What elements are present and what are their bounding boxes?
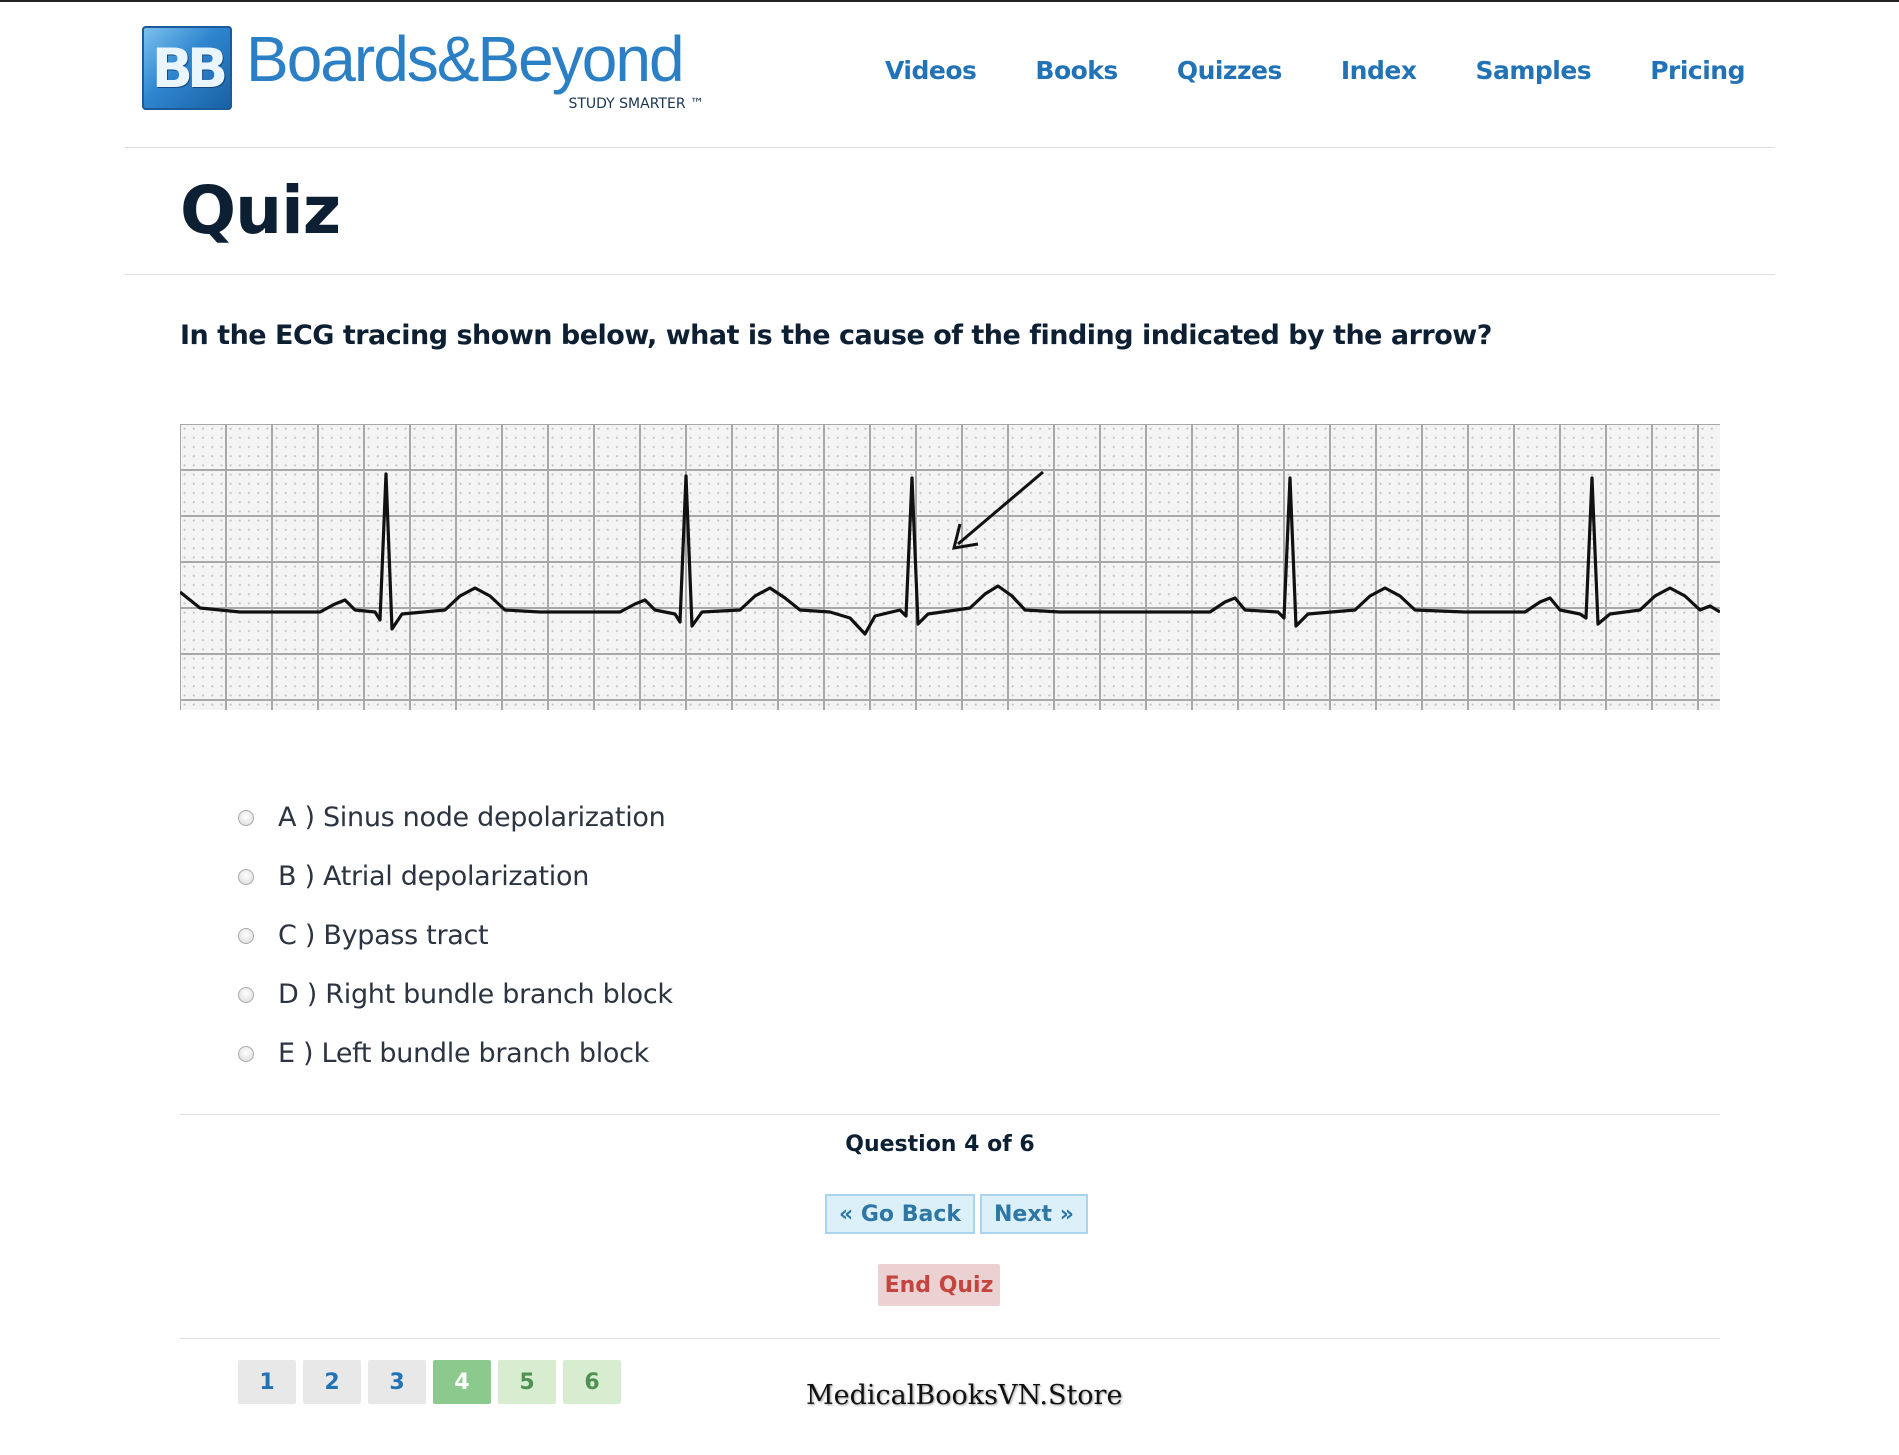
nav-quizzes[interactable]: Quizzes — [1177, 56, 1283, 85]
question-number-5[interactable]: 5 — [498, 1360, 556, 1404]
question-text: In the ECG tracing shown below, what is … — [180, 320, 1492, 351]
radio-button[interactable] — [238, 809, 254, 826]
answer-option-e[interactable]: E ) Left bundle branch block — [238, 1024, 673, 1083]
nav-samples[interactable]: Samples — [1475, 56, 1591, 85]
page-title: Quiz — [180, 172, 341, 249]
answer-label: D ) Right bundle branch block — [278, 979, 673, 1010]
logo-mark: BB — [142, 26, 232, 110]
end-quiz-button[interactable]: End Quiz — [878, 1264, 1000, 1306]
answer-label: C ) Bypass tract — [278, 920, 489, 951]
quiz-pager: « Go Back Next » — [825, 1194, 1088, 1234]
answer-option-b[interactable]: B ) Atrial depolarization — [238, 847, 673, 906]
header-divider — [125, 147, 1775, 148]
radio-button[interactable] — [238, 986, 254, 1003]
nav-pricing[interactable]: Pricing — [1650, 56, 1745, 85]
radio-button[interactable] — [238, 1045, 254, 1062]
logo-tagline: STUDY SMARTER ™ — [568, 96, 704, 112]
answer-option-a[interactable]: A ) Sinus node depolarization — [238, 788, 673, 847]
answer-label: E ) Left bundle branch block — [278, 1038, 650, 1069]
answer-option-c[interactable]: C ) Bypass tract — [238, 906, 673, 965]
nav-index[interactable]: Index — [1341, 56, 1417, 85]
answer-label: A ) Sinus node depolarization — [278, 802, 666, 833]
logo[interactable]: BB Boards&Beyond STUDY SMARTER ™ — [142, 23, 726, 116]
go-back-button[interactable]: « Go Back — [825, 1194, 975, 1234]
question-number-4[interactable]: 4 — [433, 1360, 491, 1404]
question-number-1[interactable]: 1 — [238, 1360, 296, 1404]
radio-button[interactable] — [238, 868, 254, 885]
answer-label: B ) Atrial depolarization — [278, 861, 590, 892]
answer-option-d[interactable]: D ) Right bundle branch block — [238, 965, 673, 1024]
question-number-2[interactable]: 2 — [303, 1360, 361, 1404]
logo-wordmark: Boards&Beyond STUDY SMARTER ™ — [246, 23, 726, 116]
footer-divider — [180, 1338, 1720, 1339]
ecg-tracing-image — [180, 424, 1720, 710]
question-number-3[interactable]: 3 — [368, 1360, 426, 1404]
watermark: MedicalBooksVN.Store — [806, 1380, 1123, 1411]
answer-options: A ) Sinus node depolarization B ) Atrial… — [238, 788, 673, 1083]
main-nav: Videos Books Quizzes Index Samples Prici… — [885, 56, 1745, 85]
nav-videos[interactable]: Videos — [885, 56, 977, 85]
logo-word: Boards&Beyond — [246, 23, 685, 95]
radio-button[interactable] — [238, 927, 254, 944]
question-number-6[interactable]: 6 — [563, 1360, 621, 1404]
question-counter: Question 4 of 6 — [845, 1132, 1035, 1157]
question-number-nav: 1 2 3 4 5 6 — [238, 1360, 621, 1404]
title-divider — [125, 274, 1775, 275]
next-button[interactable]: Next » — [980, 1194, 1088, 1234]
answers-divider — [180, 1114, 1720, 1115]
nav-books[interactable]: Books — [1035, 56, 1118, 85]
